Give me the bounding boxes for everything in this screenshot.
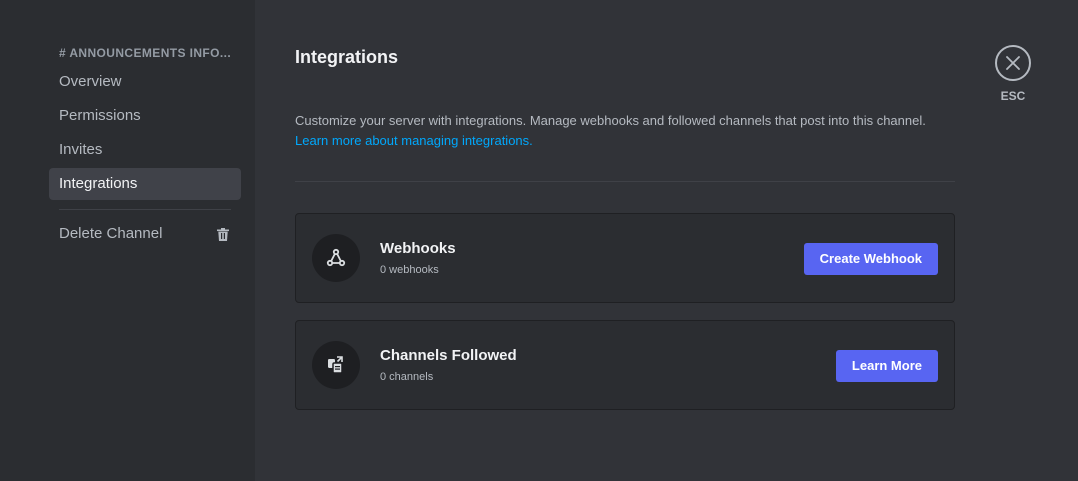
settings-sidebar: # ANNOUNCEMENTS INFO... Overview Permiss… bbox=[0, 0, 255, 481]
sidebar-item-invites[interactable]: Invites bbox=[49, 134, 241, 166]
close-settings: ESC bbox=[995, 45, 1031, 103]
sidebar-header: # ANNOUNCEMENTS INFO... bbox=[59, 46, 232, 60]
section-divider bbox=[295, 181, 955, 182]
channels-followed-count: 0 channels bbox=[380, 371, 434, 383]
trash-icon bbox=[217, 228, 229, 241]
close-icon bbox=[1006, 56, 1020, 70]
webhooks-card: Webhooks 0 webhooks Create Webhook bbox=[295, 213, 955, 303]
sidebar-item-integrations[interactable]: Integrations bbox=[49, 168, 241, 200]
channels-followed-card: Channels Followed 0 channels Learn More bbox=[295, 320, 955, 410]
sidebar-item-delete-channel[interactable]: Delete Channel bbox=[49, 218, 241, 250]
page-title: Integrations bbox=[295, 47, 399, 67]
sidebar-item-overview[interactable]: Overview bbox=[49, 66, 241, 98]
webhook-icon bbox=[312, 234, 360, 282]
create-webhook-button[interactable]: Create Webhook bbox=[803, 243, 938, 275]
esc-label: ESC bbox=[1000, 89, 1026, 103]
channel-follow-icon bbox=[312, 341, 360, 389]
page-description: Customize your server with integrations.… bbox=[295, 111, 975, 151]
channels-followed-title: Channels Followed bbox=[380, 347, 517, 364]
learn-more-link[interactable]: Learn more about managing integrations. bbox=[295, 131, 975, 151]
description-text: Customize your server with integrations.… bbox=[295, 113, 926, 128]
delete-channel-label: Delete Channel bbox=[59, 225, 163, 242]
sidebar-nav: # ANNOUNCEMENTS INFO... Overview Permiss… bbox=[49, 44, 241, 250]
sidebar-item-permissions[interactable]: Permissions bbox=[49, 100, 241, 132]
sidebar-separator bbox=[59, 209, 231, 210]
webhooks-count: 0 webhooks bbox=[380, 264, 439, 276]
learn-more-button[interactable]: Learn More bbox=[835, 350, 938, 382]
close-button[interactable] bbox=[995, 45, 1031, 81]
webhooks-title: Webhooks bbox=[380, 240, 456, 257]
